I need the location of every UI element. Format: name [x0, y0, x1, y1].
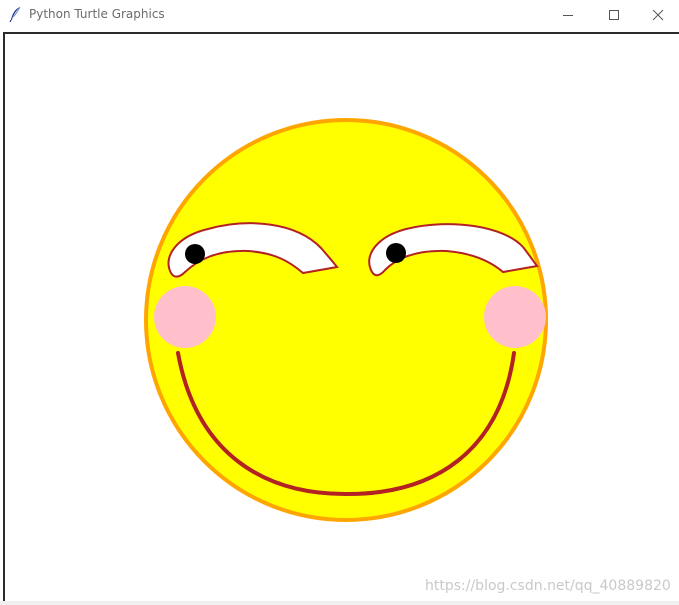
- close-icon: [652, 9, 664, 21]
- right-cheek-blush: [484, 286, 546, 348]
- maximize-icon: [608, 9, 620, 21]
- right-pupil: [386, 243, 406, 263]
- turtle-graphics-window: Python Turtle Graphics https://blog.csdn…: [0, 0, 679, 605]
- minimize-icon: [562, 9, 574, 21]
- left-pupil: [185, 244, 205, 264]
- title-bar[interactable]: Python Turtle Graphics: [0, 0, 679, 30]
- maximize-button[interactable]: [591, 0, 637, 30]
- window-title: Python Turtle Graphics: [29, 7, 165, 21]
- smiley-drawing: [144, 118, 548, 522]
- feather-icon: [9, 6, 23, 23]
- close-button[interactable]: [637, 0, 679, 30]
- watermark-text: https://blog.csdn.net/qq_40889820: [425, 578, 671, 594]
- bottom-edge: [0, 601, 679, 605]
- minimize-button[interactable]: [545, 0, 591, 30]
- turtle-canvas[interactable]: [3, 32, 679, 601]
- left-cheek-blush: [154, 286, 216, 348]
